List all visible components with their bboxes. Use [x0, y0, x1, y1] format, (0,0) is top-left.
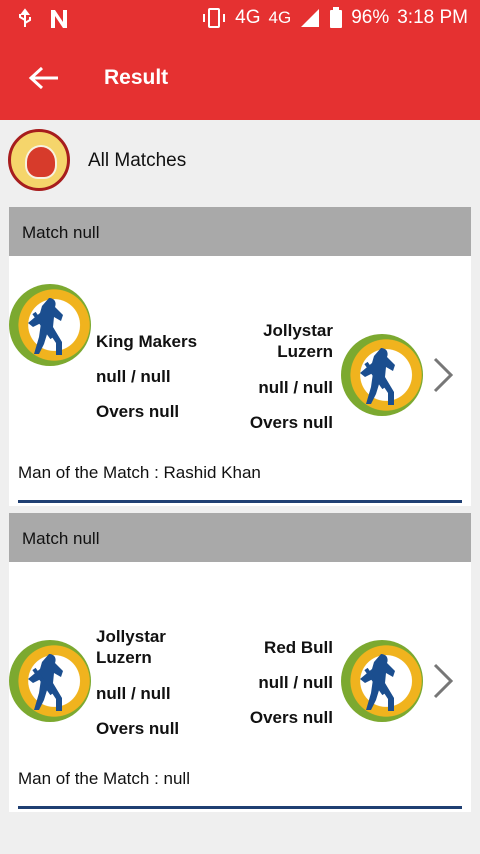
time-label: 3:18 PM	[397, 7, 468, 28]
chevron-right-icon[interactable]	[431, 662, 455, 700]
batsman-icon	[360, 348, 395, 405]
all-matches-header[interactable]: All Matches	[0, 120, 480, 200]
usb-icon	[19, 8, 31, 27]
battery-icon	[330, 7, 343, 28]
club-logo-icon	[8, 129, 70, 191]
team1-name: King Makers	[96, 332, 198, 351]
team2-name: Red Bull	[264, 638, 333, 657]
page-title: Result	[104, 66, 169, 89]
status-right: 4G 4G 96% 3:18 PM	[201, 7, 468, 29]
team2-logo-icon	[341, 334, 423, 416]
network-small-label: 4G	[268, 8, 292, 27]
team2-score: null / null	[258, 378, 333, 397]
match-title: Match null	[9, 513, 471, 562]
team1-logo-icon	[9, 284, 91, 366]
team2-overs: Overs null	[249, 708, 333, 727]
man-of-match: Man of the Match : Rashid Khan	[18, 463, 261, 482]
team1-score: null / null	[96, 367, 171, 386]
batsman-icon	[360, 654, 395, 711]
match-card[interactable]: Match null King Makers null / null Overs…	[9, 207, 471, 506]
match-divider	[18, 806, 462, 809]
team1-overs: Overs null	[96, 402, 180, 421]
status-left	[16, 8, 70, 30]
match-card[interactable]: Match null Jollystar Luzern null / null …	[9, 513, 471, 812]
arrow-left-icon[interactable]	[26, 63, 60, 93]
man-of-match: Man of the Match : null	[18, 769, 190, 788]
team2-overs: Overs null	[249, 413, 333, 432]
batsman-icon	[28, 654, 63, 711]
match-divider	[18, 500, 462, 503]
team1-name: Jollystar Luzern	[96, 627, 166, 667]
team1-logo-icon	[9, 640, 91, 722]
signal-icon	[301, 9, 320, 27]
team2-logo-icon	[341, 640, 423, 722]
match-title: Match null	[9, 207, 471, 256]
status-bar: 4G 4G 96% 3:18 PM	[0, 0, 480, 38]
team1-overs: Overs null	[96, 719, 180, 738]
team2-score: null / null	[258, 673, 333, 692]
team2-name: Jollystar Luzern	[263, 321, 333, 361]
vibrate-icon	[203, 8, 226, 28]
battery-label: 96%	[351, 7, 390, 28]
batsman-icon	[28, 298, 63, 355]
app-bar: Result	[0, 38, 480, 120]
all-matches-label: All Matches	[88, 150, 187, 171]
network-label: 4G	[235, 7, 261, 28]
team1-score: null / null	[96, 684, 171, 703]
chevron-right-icon[interactable]	[431, 356, 455, 394]
nfc-icon	[51, 10, 67, 28]
